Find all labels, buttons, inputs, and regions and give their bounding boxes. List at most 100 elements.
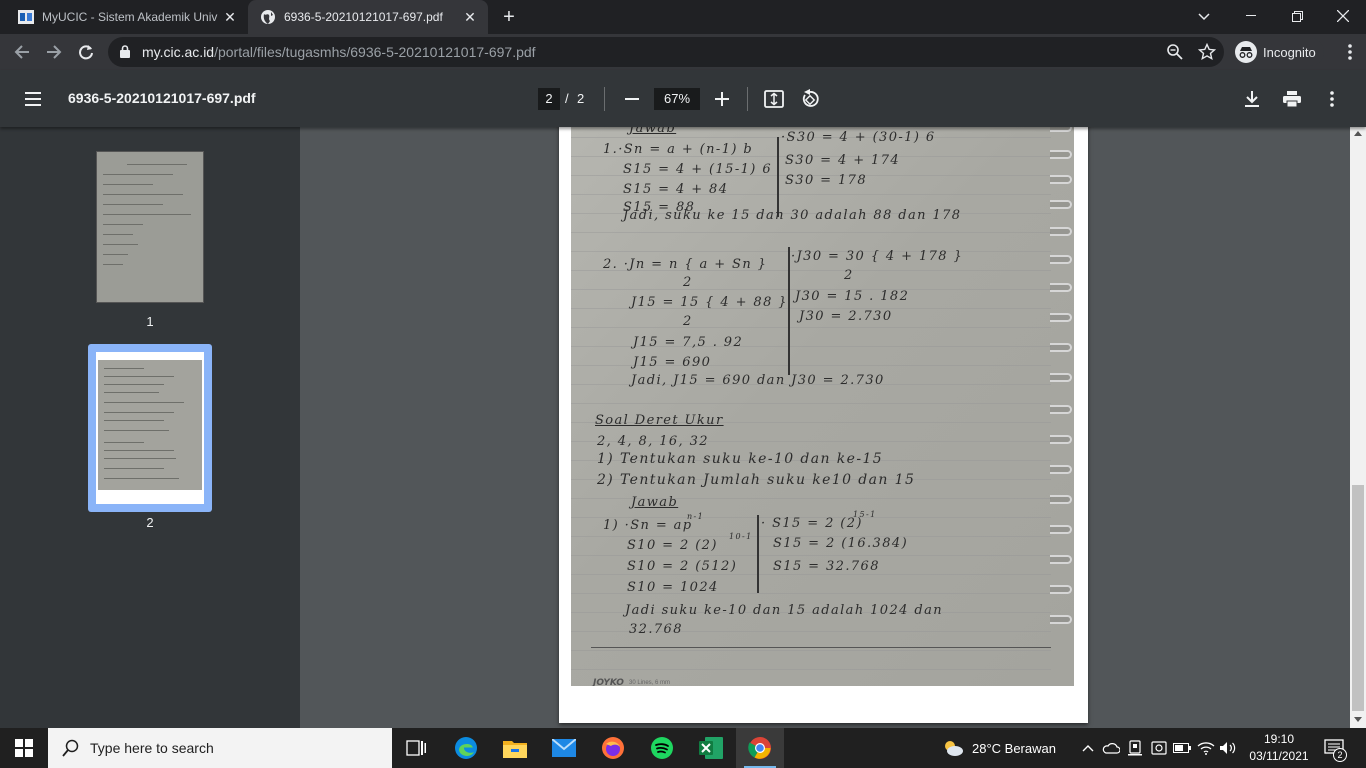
scroll-down-arrow-icon[interactable] xyxy=(1354,717,1362,722)
handwriting-line: S15 = 32.768 xyxy=(773,559,880,574)
scroll-up-arrow-icon[interactable] xyxy=(1354,131,1362,136)
bookmark-star-icon[interactable] xyxy=(1197,42,1217,66)
handwriting-line: 2, 4, 8, 16, 32 xyxy=(597,434,709,449)
back-icon[interactable] xyxy=(8,38,36,66)
windows-start-icon[interactable] xyxy=(0,728,48,768)
handwriting-line: Jadi, suku ke 15 dan 30 adalah 88 dan 17… xyxy=(623,208,962,223)
handwriting-line: S10 = 2 (512) xyxy=(627,559,738,574)
notification-count-badge: 2 xyxy=(1333,748,1347,762)
zoom-magnifier-icon[interactable] xyxy=(1166,43,1184,66)
rotate-icon[interactable] xyxy=(798,87,822,111)
file-explorer-icon[interactable] xyxy=(491,728,539,768)
notebook-brand-subtitle: 30 Lines, 6 mm xyxy=(629,680,671,686)
scrollbar-thumb[interactable] xyxy=(1352,485,1364,711)
tab-myucic[interactable]: MyUCIC - Sistem Akademik Univ ✕ xyxy=(8,0,248,34)
handwriting-line: S15 = 4 + 84 xyxy=(623,182,729,197)
chrome-icon[interactable] xyxy=(736,728,784,768)
volume-icon[interactable] xyxy=(1218,738,1238,758)
handwriting-line: 1) Tentukan suku ke-10 dan ke-15 xyxy=(597,451,884,467)
incognito-profile-button[interactable]: Incognito xyxy=(1232,38,1324,66)
restore-icon[interactable] xyxy=(1274,0,1320,32)
pdf-toolbar: 6936-5-20210121017-697.pdf 2 / 2 67% xyxy=(0,70,1366,127)
tab-title: MyUCIC - Sistem Akademik Univ xyxy=(42,10,218,24)
handwriting-line: 1.·Sn = a + (n-1) b xyxy=(603,142,754,157)
handwriting-line: 2 xyxy=(683,314,693,329)
page-thumbnail-2-selected[interactable] xyxy=(88,344,212,512)
edge-icon[interactable] xyxy=(442,728,490,768)
handwriting-line: S10 = 1024 xyxy=(627,580,719,595)
answer-heading: Jawab xyxy=(631,495,679,510)
menu-icon[interactable] xyxy=(22,87,46,111)
notebook-photo: Jawab 1.·Sn = a + (n-1) b S15 = 4 + (15-… xyxy=(571,127,1074,686)
more-actions-icon[interactable] xyxy=(1320,87,1344,111)
handwriting-line: J15 = 7,5 . 92 xyxy=(633,335,744,350)
incognito-icon xyxy=(1235,41,1257,63)
excel-icon[interactable] xyxy=(687,728,735,768)
handwriting-line: ·J30 = 30 { 4 + 178 } xyxy=(791,249,964,264)
reload-icon[interactable] xyxy=(72,38,100,66)
print-icon[interactable] xyxy=(1280,87,1304,111)
close-tab-icon[interactable]: ✕ xyxy=(460,7,480,27)
thumbnail-label: 1 xyxy=(146,314,154,329)
page-number-input[interactable]: 2 xyxy=(538,88,560,110)
wifi-icon[interactable] xyxy=(1196,738,1216,758)
search-icon xyxy=(62,739,80,757)
handwriting-line: J15 = 15 { 4 + 88 } xyxy=(631,295,788,310)
tab-strip: MyUCIC - Sistem Akademik Univ ✕ 6936-5-2… xyxy=(0,0,1366,34)
handwriting-line: 2) Tentukan Jumlah suku ke10 dan 15 xyxy=(597,472,916,488)
incognito-label: Incognito xyxy=(1263,44,1316,60)
url-text[interactable]: my.cic.ac.id/portal/files/tugasmhs/6936-… xyxy=(142,44,536,60)
handwriting-line: 32.768 xyxy=(629,622,683,637)
globe-icon xyxy=(260,9,276,25)
handwriting-line: S15 = 2 (16.384) xyxy=(773,536,909,551)
forward-icon[interactable] xyxy=(40,38,68,66)
address-bar[interactable]: my.cic.ac.id/portal/files/tugasmhs/6936-… xyxy=(108,37,1224,67)
handwriting-line: J15 = 690 xyxy=(633,355,712,370)
pdf-page: Jawab 1.·Sn = a + (n-1) b S15 = 4 + (15-… xyxy=(559,127,1088,723)
onedrive-icon[interactable] xyxy=(1101,738,1121,758)
handwriting-line: J30 = 2.730 xyxy=(799,309,893,324)
handwriting-line: J30 = 15 . 182 xyxy=(795,289,910,304)
thumbnail-sidebar: 1 2 xyxy=(0,127,300,728)
handwriting-line: Jadi suku ke-10 dan 15 adalah 1024 dan xyxy=(625,603,943,618)
thumbnail-label: 2 xyxy=(146,515,154,530)
battery-icon[interactable] xyxy=(1172,738,1192,758)
pdf-viewport[interactable]: Jawab 1.·Sn = a + (n-1) b S15 = 4 + (15-… xyxy=(300,127,1350,728)
handwriting-line: 1) ·Sn = ap xyxy=(603,518,693,533)
partly-cloudy-icon xyxy=(942,739,964,757)
download-icon[interactable] xyxy=(1240,87,1264,111)
minimize-icon[interactable] xyxy=(1228,0,1274,32)
chrome-menu-icon[interactable] xyxy=(1338,40,1362,64)
taskbar-search-box[interactable]: Type here to search xyxy=(48,728,392,768)
zoom-in-icon[interactable] xyxy=(710,87,734,111)
notebook-brand: JOYKO xyxy=(593,678,624,686)
handwriting-line: 10-1 xyxy=(729,532,753,541)
spotify-icon[interactable] xyxy=(638,728,686,768)
handwriting-line: · S15 = 2 (2) xyxy=(761,516,863,531)
system-clock[interactable]: 19:10 03/11/2021 xyxy=(1240,731,1318,765)
ucic-logo-icon xyxy=(18,9,34,25)
handwriting-line: ·S30 = 4 + (30-1) 6 xyxy=(781,130,936,145)
weather-widget[interactable]: 28°C Berawan xyxy=(942,728,1056,768)
zoom-level-input[interactable]: 67% xyxy=(654,88,700,110)
network-drive-icon[interactable] xyxy=(1125,738,1145,758)
vertical-scrollbar[interactable] xyxy=(1350,127,1366,728)
device-manager-icon[interactable] xyxy=(1149,738,1169,758)
handwriting-line: Soal Deret Ukur xyxy=(595,413,724,428)
tab-title: 6936-5-20210121017-697.pdf xyxy=(284,10,443,24)
close-tab-icon[interactable]: ✕ xyxy=(220,7,240,27)
task-view-icon[interactable] xyxy=(392,728,440,768)
close-window-icon[interactable] xyxy=(1320,0,1366,32)
zoom-out-icon[interactable] xyxy=(620,87,644,111)
tab-pdf[interactable]: 6936-5-20210121017-697.pdf ✕ xyxy=(248,0,488,34)
mail-icon[interactable] xyxy=(540,728,588,768)
lock-icon[interactable] xyxy=(120,45,130,63)
page-thumbnail-1[interactable] xyxy=(96,151,204,303)
fit-to-page-icon[interactable] xyxy=(762,87,786,111)
firefox-icon[interactable] xyxy=(589,728,637,768)
handwriting-line: S30 = 4 + 174 xyxy=(785,153,901,168)
tab-search-icon[interactable] xyxy=(1192,5,1216,29)
page-separator: / xyxy=(565,91,569,106)
new-tab-button[interactable]: + xyxy=(498,7,520,29)
show-hidden-icons-icon[interactable] xyxy=(1078,738,1098,758)
